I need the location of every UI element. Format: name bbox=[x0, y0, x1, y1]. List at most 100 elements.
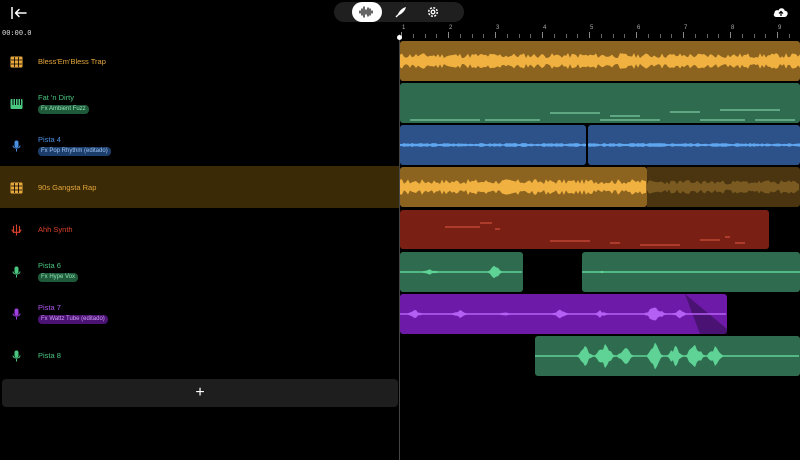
track-row-selected[interactable]: 90s Gangsta Rap bbox=[0, 166, 399, 208]
track-row[interactable]: Pista 7 Fx Wattz Tube (editado) bbox=[0, 292, 399, 334]
audio-region[interactable] bbox=[588, 125, 800, 165]
midi-region[interactable] bbox=[400, 210, 769, 249]
ruler-tick bbox=[577, 34, 579, 38]
ruler-tick bbox=[542, 32, 543, 38]
ruler-tick bbox=[706, 34, 708, 38]
midi-region[interactable] bbox=[400, 83, 800, 123]
track-row[interactable]: Ahh Synth bbox=[0, 208, 399, 250]
waveform bbox=[588, 143, 800, 147]
timeline-ruler[interactable]: 1 2 3 4 5 6 7 8 9 bbox=[400, 24, 800, 40]
ruler-tick bbox=[483, 34, 485, 38]
ruler-tick bbox=[788, 34, 790, 38]
ruler-label: 6 bbox=[637, 25, 641, 31]
top-bar bbox=[0, 0, 800, 26]
microphone-icon bbox=[10, 307, 23, 320]
ruler-tick bbox=[448, 32, 449, 38]
ruler-label: 9 bbox=[778, 25, 782, 31]
microphone-icon bbox=[10, 265, 23, 278]
view-segmented-control bbox=[334, 2, 464, 22]
ruler-tick bbox=[777, 32, 778, 38]
rocket-icon bbox=[395, 7, 406, 18]
track-row[interactable]: Pista 4 Fx Pop Rhythm (editado) bbox=[0, 124, 399, 166]
waveform-view-button[interactable] bbox=[352, 2, 382, 22]
waveform bbox=[400, 53, 800, 69]
ruler-tick bbox=[495, 32, 496, 38]
audio-region[interactable] bbox=[400, 125, 586, 165]
track-fx-badge[interactable]: Fx Pop Rhythm (editado) bbox=[38, 147, 111, 156]
track-name: Bless'Em'Bless Trap bbox=[38, 57, 106, 66]
midi-notes bbox=[410, 109, 795, 121]
track-name: 90s Gangsta Rap bbox=[38, 183, 97, 192]
drum-machine-icon bbox=[10, 181, 23, 194]
track-fx-badge[interactable]: Fx Ambient Fuzz bbox=[38, 105, 89, 114]
ruler-tick bbox=[436, 34, 438, 38]
ruler-tick bbox=[765, 34, 767, 38]
ruler-tick bbox=[612, 34, 614, 38]
exit-icon[interactable] bbox=[10, 5, 28, 21]
ruler-tick bbox=[506, 34, 508, 38]
waveform bbox=[582, 270, 800, 274]
ruler-tick bbox=[600, 34, 602, 38]
drum-machine-icon bbox=[10, 55, 23, 68]
track-name: Pista 7 bbox=[38, 303, 61, 312]
ruler-tick bbox=[647, 34, 649, 38]
ruler-tick bbox=[730, 32, 731, 38]
ruler-tick bbox=[636, 32, 637, 38]
ruler-tick bbox=[718, 34, 720, 38]
audio-region[interactable] bbox=[400, 41, 800, 81]
waveform bbox=[400, 294, 727, 334]
track-fx-badge[interactable]: Fx Hype Vox bbox=[38, 273, 79, 282]
midi-notes bbox=[445, 222, 745, 246]
track-name: Pista 6 bbox=[38, 261, 61, 270]
add-icon: + bbox=[195, 384, 205, 401]
ruler-tick bbox=[565, 34, 567, 38]
ruler-label: 7 bbox=[684, 25, 688, 31]
audio-region[interactable] bbox=[400, 167, 647, 207]
audio-region-dimmed[interactable] bbox=[647, 167, 800, 207]
ruler-label: 4 bbox=[543, 25, 547, 31]
synth-icon bbox=[10, 223, 23, 236]
microphone-icon bbox=[10, 139, 23, 152]
add-track-button[interactable]: + bbox=[2, 379, 398, 407]
waveform bbox=[400, 143, 586, 147]
ruler-tick bbox=[459, 34, 461, 38]
track-row[interactable]: Pista 8 bbox=[0, 334, 399, 376]
waveform bbox=[400, 265, 522, 279]
audio-region[interactable] bbox=[400, 252, 523, 292]
track-fx-badge[interactable]: Fx Wattz Tube (editado) bbox=[38, 315, 108, 324]
ruler-tick bbox=[683, 32, 684, 38]
track-row[interactable]: Bless'Em'Bless Trap bbox=[0, 40, 399, 82]
waveform bbox=[535, 342, 799, 370]
ruler-tick bbox=[553, 34, 555, 38]
track-row[interactable]: Fat 'n Dirty Fx Ambient Fuzz bbox=[0, 82, 399, 124]
ruler-label: 1 bbox=[402, 25, 406, 31]
ruler-label: 2 bbox=[449, 25, 453, 31]
ruler-tick bbox=[412, 34, 414, 38]
ruler-tick bbox=[741, 34, 743, 38]
cloud-upload-icon[interactable] bbox=[772, 4, 790, 20]
keyboard-icon bbox=[10, 97, 23, 109]
ruler-tick bbox=[694, 34, 696, 38]
waveform bbox=[400, 179, 646, 195]
gear-icon bbox=[427, 6, 439, 18]
audio-region[interactable] bbox=[582, 252, 800, 292]
ruler-label: 5 bbox=[590, 25, 594, 31]
waveform bbox=[647, 180, 799, 194]
ruler-tick bbox=[518, 34, 520, 38]
waveform-icon bbox=[359, 6, 373, 18]
effects-button[interactable] bbox=[388, 2, 414, 22]
track-row[interactable]: Pista 6 Fx Hype Vox bbox=[0, 250, 399, 292]
audio-region[interactable] bbox=[400, 294, 727, 334]
track-name: Fat 'n Dirty bbox=[38, 93, 75, 102]
track-name: Pista 8 bbox=[38, 351, 61, 360]
ruler-tick bbox=[471, 34, 473, 38]
ruler-tick bbox=[753, 34, 755, 38]
ruler-tick bbox=[530, 34, 532, 38]
ruler-label: 3 bbox=[496, 25, 500, 31]
timecode: 00:00.0 bbox=[2, 29, 32, 37]
audio-region[interactable] bbox=[535, 336, 800, 376]
settings-button[interactable] bbox=[422, 2, 444, 22]
track-name: Pista 4 bbox=[38, 135, 61, 144]
ruler-tick bbox=[671, 34, 673, 38]
microphone-icon bbox=[10, 349, 23, 362]
